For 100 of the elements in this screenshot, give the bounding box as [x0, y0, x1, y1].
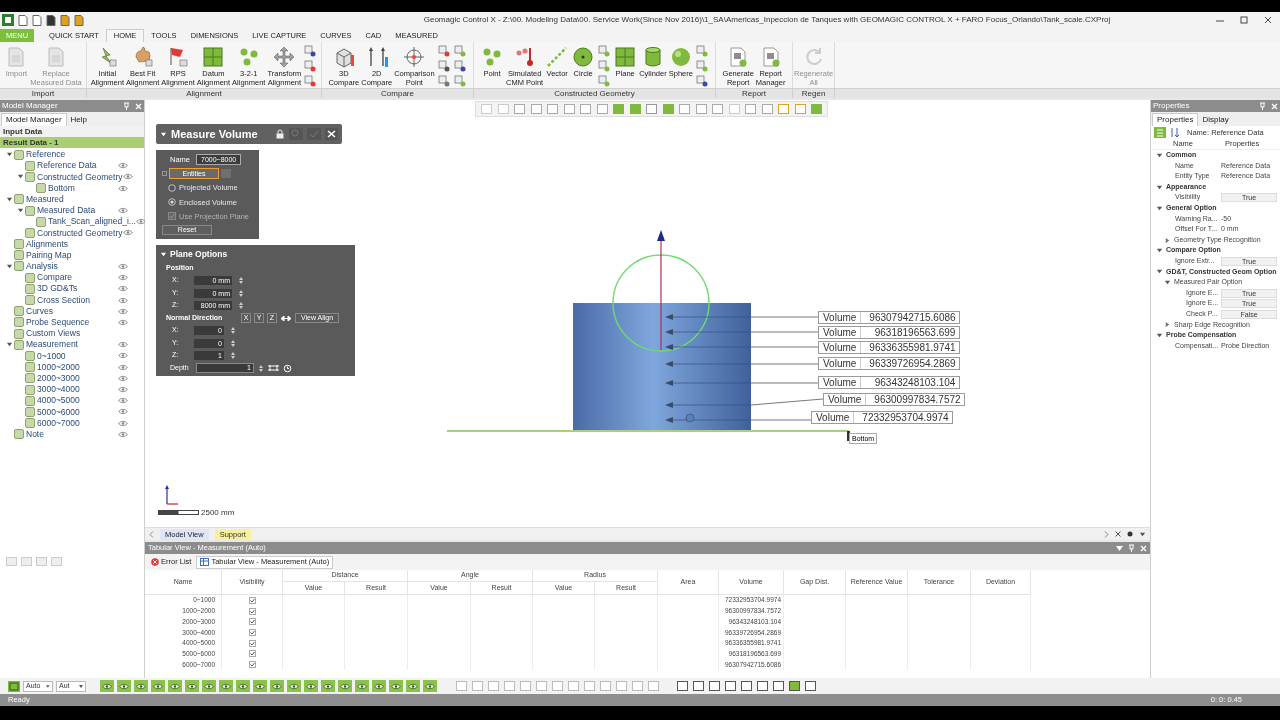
spinner-icon[interactable]: [258, 363, 264, 373]
check-icon[interactable]: [307, 128, 321, 140]
caret-icon[interactable]: [5, 341, 13, 349]
eye-button[interactable]: [151, 680, 165, 692]
eye-button[interactable]: [321, 680, 335, 692]
tree-item[interactable]: Measured Data: [37, 204, 96, 217]
small-tool-icon[interactable]: [695, 75, 708, 87]
tree-item[interactable]: Pairing Map: [26, 248, 72, 262]
frame-icon[interactable]: [8, 680, 20, 692]
tree-item[interactable]: Measurement: [26, 338, 78, 352]
collapse-box[interactable]: [162, 171, 167, 177]
menu-caret-icon[interactable]: [1116, 545, 1123, 551]
caret-icon[interactable]: [1156, 151, 1163, 159]
small-tool-icon[interactable]: [304, 60, 317, 72]
tree-item[interactable]: 3D GD&Ts: [37, 282, 78, 296]
pin-icon[interactable]: [1128, 544, 1135, 552]
square-icon[interactable]: [804, 680, 817, 692]
sort-icon[interactable]: [1169, 127, 1180, 138]
small-tool-icon[interactable]: [304, 75, 317, 87]
eye-button[interactable]: [253, 680, 267, 692]
small-tool-icon[interactable]: [437, 75, 450, 87]
reset-icon[interactable]: [283, 363, 292, 373]
caret-icon[interactable]: [1156, 331, 1163, 339]
eye-button[interactable]: [423, 680, 437, 692]
eye-button[interactable]: [389, 680, 403, 692]
spinner-icon[interactable]: [238, 276, 244, 285]
tree-item[interactable]: Constructed Geometry: [37, 226, 123, 240]
eye-icon[interactable]: [118, 341, 128, 349]
eye-button[interactable]: [185, 680, 199, 692]
document-icon[interactable]: [46, 14, 56, 26]
eye-icon[interactable]: [118, 408, 128, 416]
close-icon[interactable]: [325, 128, 338, 140]
flip-icon[interactable]: [280, 313, 292, 323]
checkbox[interactable]: [248, 628, 256, 636]
tree-item[interactable]: 1000~2000: [37, 360, 80, 374]
panel-tab[interactable]: Help: [66, 113, 92, 126]
caret-icon[interactable]: [1164, 321, 1171, 329]
caret-icon[interactable]: [1139, 530, 1146, 538]
tree-item[interactable]: 0~1000: [37, 349, 66, 363]
eye-button[interactable]: [219, 680, 233, 692]
caret-icon[interactable]: [1164, 236, 1171, 244]
eye-icon[interactable]: [118, 285, 128, 293]
document-icon[interactable]: [18, 14, 28, 26]
section-header[interactable]: Result Data - 1: [0, 137, 144, 148]
radio-button[interactable]: [168, 183, 176, 192]
square-icon[interactable]: [676, 680, 689, 692]
eye-button[interactable]: [236, 680, 250, 692]
eye-button[interactable]: [168, 680, 182, 692]
dot-icon[interactable]: [1127, 531, 1133, 537]
eye-icon[interactable]: [118, 207, 128, 215]
eye-button[interactable]: [270, 680, 284, 692]
panel-tab[interactable]: Model Manager: [1, 113, 67, 126]
spinner-icon[interactable]: [238, 301, 244, 310]
caret-icon[interactable]: [1156, 268, 1163, 276]
pin-icon[interactable]: [123, 102, 130, 110]
checkbox[interactable]: [248, 639, 256, 647]
tree-item[interactable]: Cross Section: [37, 293, 90, 307]
checkbox[interactable]: [248, 596, 256, 604]
panel-tab[interactable]: Display: [1198, 113, 1233, 126]
tree-item[interactable]: 3000~4000: [37, 383, 80, 396]
spinner-icon[interactable]: [238, 288, 244, 298]
tree-item[interactable]: Probe Sequence: [26, 316, 90, 329]
caret-icon[interactable]: [160, 250, 167, 258]
checkbox[interactable]: [248, 650, 256, 658]
tree-item[interactable]: Compare: [37, 271, 72, 285]
tree-item[interactable]: Custom Views: [26, 327, 81, 340]
square-icon[interactable]: [724, 680, 737, 692]
tree-item[interactable]: Analysis: [26, 260, 58, 273]
tree-item[interactable]: 2000~3000: [37, 371, 80, 385]
eye-icon[interactable]: [118, 274, 128, 282]
tree-item[interactable]: 6000~7000: [37, 416, 80, 430]
caret-icon[interactable]: [5, 151, 13, 159]
tree-item[interactable]: Note: [26, 427, 44, 441]
caret-icon[interactable]: [1156, 183, 1163, 191]
caret-icon[interactable]: [1164, 278, 1171, 286]
section-header[interactable]: Input Data: [0, 126, 144, 137]
square-icon[interactable]: [692, 680, 705, 692]
close-icon[interactable]: [1115, 531, 1121, 537]
eye-icon[interactable]: [122, 173, 133, 181]
eye-icon[interactable]: [135, 218, 146, 226]
eye-icon[interactable]: [118, 430, 128, 438]
tree-item[interactable]: Curves: [26, 304, 53, 318]
eye-icon[interactable]: [118, 296, 128, 304]
small-tool-icon[interactable]: [437, 60, 450, 72]
pin-icon[interactable]: [1259, 102, 1266, 110]
square-icon[interactable]: [788, 680, 801, 692]
eye-button[interactable]: [406, 680, 420, 692]
document-icon[interactable]: [74, 14, 84, 26]
eye-button[interactable]: [355, 680, 369, 692]
eye-icon[interactable]: [118, 307, 128, 315]
eye-button[interactable]: [100, 680, 114, 692]
eye-button[interactable]: [202, 680, 216, 692]
lock-icon[interactable]: [275, 129, 285, 139]
square-icon[interactable]: [708, 680, 721, 692]
checkbox[interactable]: [248, 660, 256, 668]
tree-item[interactable]: Reference: [26, 148, 66, 161]
square-icon[interactable]: [756, 680, 769, 692]
app-logo-icon[interactable]: [2, 14, 14, 26]
tree-item[interactable]: Constructed Geometry: [37, 170, 123, 184]
eye-icon[interactable]: [118, 318, 128, 326]
